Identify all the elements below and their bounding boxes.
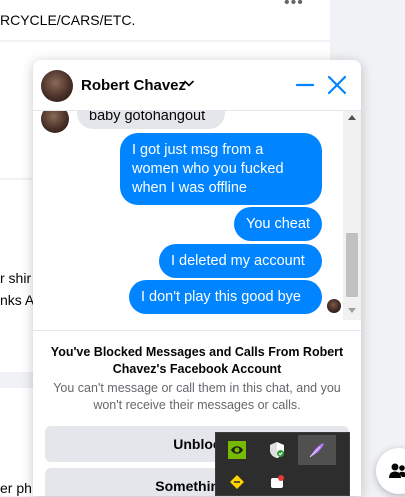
message-outgoing: I don't play this good bye [129,280,322,314]
seen-avatar [327,299,341,313]
chat-window: Robert Chavez baby gotohangout I got jus… [33,60,361,496]
new-message-button[interactable] [376,448,405,494]
shield-icon [270,442,284,458]
nvidia-icon [228,441,246,459]
tray-item-defender[interactable] [258,435,296,465]
feed-snippet-1: r shir [0,270,32,286]
minimize-icon[interactable] [295,73,315,97]
scroll-up-arrow-icon[interactable] [348,115,356,120]
tray-item-nvidia[interactable] [218,435,256,465]
blocked-title: You've Blocked Messages and Calls From R… [50,345,344,376]
blocked-description: You can't message or call them in this c… [53,381,341,412]
close-icon[interactable] [326,74,348,96]
tray-item-yellow[interactable] [218,467,256,497]
feather-icon [309,443,324,458]
divider [33,330,361,331]
message-outgoing: I got just msg from a women who you fuck… [120,133,322,205]
scrollbar-thumb[interactable] [346,233,358,297]
message-list: baby gotohangout I got just msg from a w… [33,111,343,317]
red-icon [271,475,284,488]
tray-item-red[interactable] [258,467,296,497]
avatar [41,111,69,133]
message-incoming: baby gotohangout [77,111,225,129]
system-tray-popup [215,432,350,496]
chat-header: Robert Chavez [33,60,361,111]
feed-post-text: RCYCLE/CARS/ETC. [0,12,136,28]
scroll-down-arrow-icon[interactable] [348,308,356,313]
tray-item-feather[interactable] [298,435,336,465]
contact-name[interactable]: Robert Chavez [81,77,186,94]
message-outgoing: I deleted my account [159,244,322,278]
avatar[interactable] [41,70,73,102]
more-options-icon[interactable]: ••• [284,0,304,12]
yellow-diamond-icon [230,475,244,489]
scrollbar[interactable] [343,111,361,320]
feed-snippet-2: nks A [0,292,35,308]
message-outgoing: You cheat [234,207,322,241]
people-icon [389,463,405,478]
chevron-down-icon[interactable] [184,80,194,88]
feed-snippet-3: er ph [0,480,32,496]
